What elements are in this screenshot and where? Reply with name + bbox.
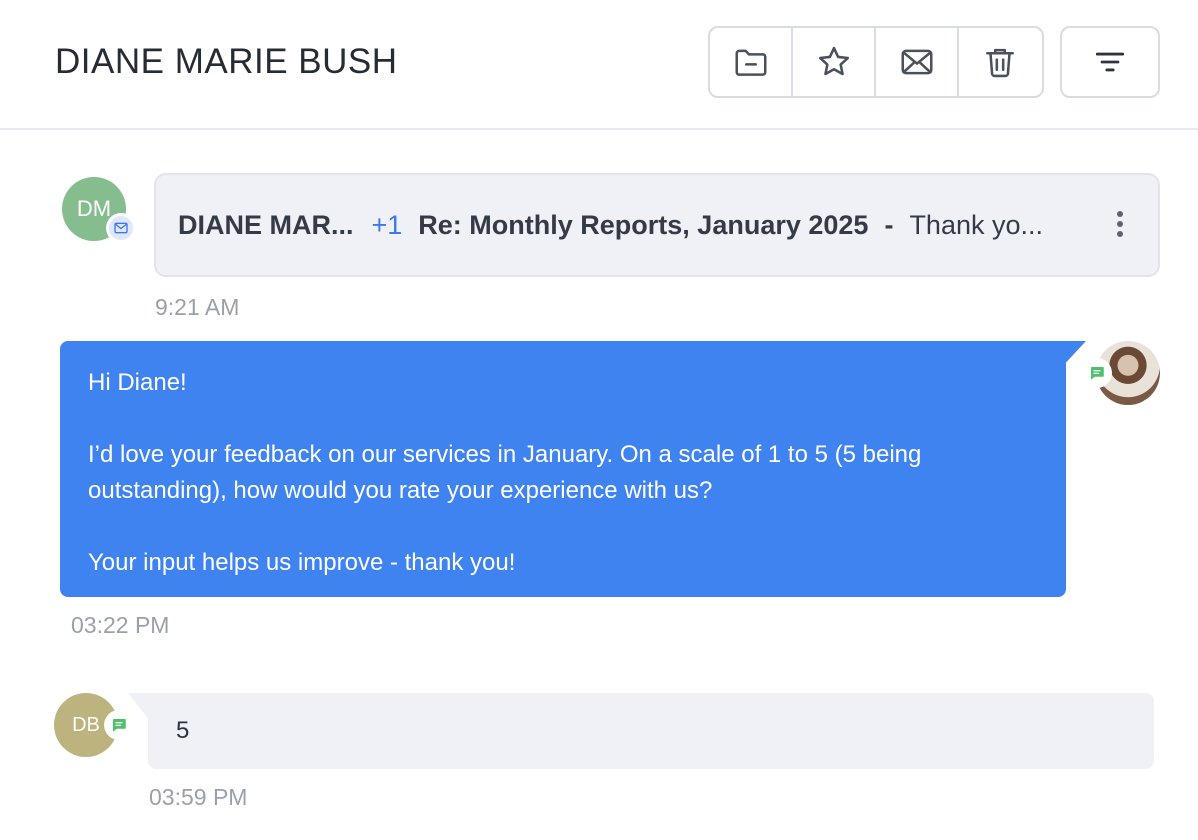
conversation-actions <box>708 26 1044 98</box>
email-sender: DIANE MAR... <box>178 209 354 240</box>
delete-button[interactable] <box>959 28 1042 96</box>
extra-recipients-count[interactable]: +1 <box>372 210 403 241</box>
chat-icon <box>113 719 126 732</box>
channel-badge <box>1082 358 1112 388</box>
filter-button[interactable] <box>1060 26 1160 98</box>
outgoing-message-bubble: Hi Diane! I’d love your feedback on our … <box>60 341 1066 597</box>
subject-separator: - <box>884 209 894 240</box>
contact-name-title: DIANE MARIE BUSH <box>55 42 398 81</box>
message-timestamp: 9:21 AM <box>155 294 240 320</box>
avatar-initials: DB <box>72 713 100 736</box>
mail-icon <box>114 222 128 234</box>
bubble-tail <box>128 693 150 721</box>
trash-icon <box>986 48 1015 78</box>
more-options-icon[interactable] <box>1116 211 1124 239</box>
chat-icon <box>1091 367 1104 380</box>
mark-unread-button[interactable] <box>876 28 959 96</box>
message-line: Your input helps us improve - thank you! <box>88 549 516 576</box>
bubble-tail <box>1060 341 1086 369</box>
conversation-view: DIANE MARIE BUSH DM DIANE MAR... +1 Re: … <box>0 0 1198 840</box>
message-line: Hi Diane! <box>88 369 187 396</box>
incoming-message-bubble: 5 <box>148 693 1154 769</box>
message-text: 5 <box>176 717 190 744</box>
star-button[interactable] <box>793 28 876 96</box>
mail-icon <box>900 49 933 75</box>
message-timestamp: 03:59 PM <box>149 784 248 810</box>
message-timestamp: 03:22 PM <box>71 612 170 638</box>
conversation-header: DIANE MARIE BUSH <box>0 0 1198 130</box>
message-line: I’d love your feedback on our services i… <box>88 441 922 504</box>
folder-icon <box>734 49 767 76</box>
move-to-folder-button[interactable] <box>710 28 793 96</box>
email-snippet: Thank yo... <box>909 209 1044 240</box>
filter-icon <box>1095 52 1125 72</box>
email-subject: Re: Monthly Reports, January 2025 <box>418 209 869 240</box>
avatar-initials: DM <box>76 196 112 221</box>
star-icon <box>818 46 849 76</box>
email-preview-card[interactable]: DIANE MAR... +1 Re: Monthly Reports, Jan… <box>154 173 1160 277</box>
channel-badge <box>106 213 136 243</box>
